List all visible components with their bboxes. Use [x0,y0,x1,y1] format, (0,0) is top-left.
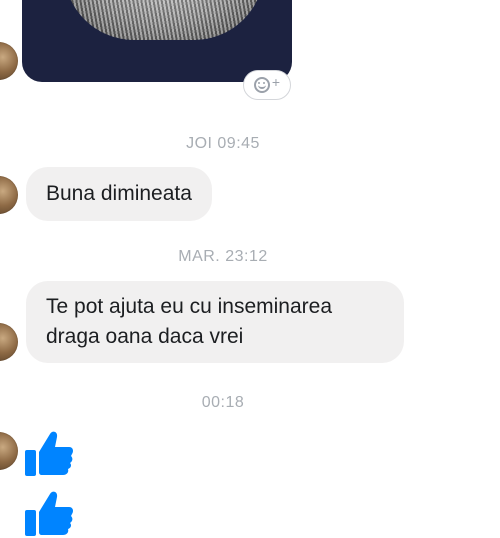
thumbs-up-icon[interactable] [24,428,74,478]
avatar[interactable] [0,323,18,361]
message-bubble[interactable]: Te pot ajuta eu cu inseminarea draga oan… [26,281,404,363]
smiley-icon [253,77,270,93]
plus-icon: + [271,74,281,90]
add-reaction-button[interactable]: + [243,70,291,100]
timestamp: MAR. 23:12 [178,248,268,265]
avatar[interactable] [0,176,18,214]
photo-content [64,0,264,40]
message-bubble[interactable]: Buna dimineata [26,167,212,221]
avatar[interactable] [0,42,18,80]
avatar[interactable] [0,432,18,470]
photo-message[interactable] [22,0,292,82]
timestamp: 00:18 [201,394,245,411]
thumbs-up-icon[interactable] [24,488,74,538]
timestamp: JOI 09:45 [186,135,260,152]
